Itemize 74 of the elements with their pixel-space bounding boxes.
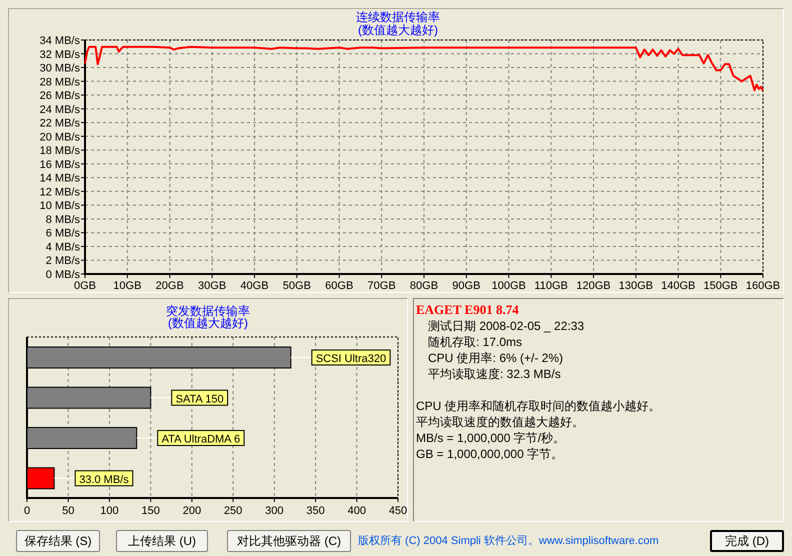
- axis-label: 250: [224, 505, 242, 517]
- axis-label: 34 MB/s: [40, 35, 80, 47]
- y-tick-label: SCSI Ultra320: [316, 353, 386, 365]
- drive-name: EAGET E901 8.74: [416, 302, 520, 318]
- axis-label: 30 MB/s: [40, 62, 80, 75]
- axis-label: 60GB: [325, 280, 354, 292]
- bar-label: SCSI Ultra320: [311, 350, 391, 366]
- axis-label: 450: [388, 505, 407, 517]
- done-button[interactable]: 完成 (D): [710, 530, 784, 552]
- chart-subtitle: (数值越大越好): [358, 23, 438, 37]
- note-line: 平均读取速度的数值越大越好。: [416, 414, 584, 430]
- axis-label: 70GB: [368, 280, 396, 292]
- axis-label: 0 MB/s: [46, 269, 80, 281]
- bar-label: SATA 150: [171, 390, 228, 406]
- axis-label: 22 MB/s: [40, 118, 80, 130]
- axis-label: 28 MB/s: [40, 76, 80, 88]
- note-line: CPU 使用率和随机存取时间的数值越小越好。: [416, 398, 661, 414]
- chart-title: 突发数据传输率: [166, 304, 250, 318]
- axis-label: 120GB: [576, 280, 611, 292]
- bar-label: 33.0 MB/s: [74, 470, 134, 486]
- axis-label: 4 MB/s: [46, 241, 80, 254]
- axis-label: 26 MB/s: [40, 90, 80, 102]
- axis-label: 40GB: [240, 280, 269, 292]
- axis-label: 18 MB/s: [40, 145, 80, 158]
- y-tick-label: ATA UltraDMA 6: [162, 434, 240, 446]
- axis-label: 0: [24, 505, 30, 517]
- axis-label: 140GB: [661, 280, 696, 292]
- result-line: CPU 使用率: 6% (+/- 2%): [427, 350, 564, 366]
- axis-label: 6 MB/s: [46, 228, 80, 240]
- axis-label: 20GB: [156, 280, 184, 292]
- axis-label: 90GB: [452, 280, 480, 292]
- axis-label: 10GB: [113, 280, 142, 292]
- axis-label: 0GB: [74, 280, 96, 292]
- axis-label: 150: [141, 505, 160, 517]
- axis-label: 130GB: [618, 280, 653, 292]
- result-line: 平均读取速度: 32.3 MB/s: [427, 366, 561, 382]
- axis-label: 400: [348, 505, 366, 517]
- button[interactable]: 保存结果 (S): [16, 530, 100, 552]
- result-line: 随机存取: 17.0ms: [427, 334, 522, 350]
- button[interactable]: 对比其他驱动器 (C): [227, 530, 351, 552]
- axis-label: 2 MB/s: [46, 255, 80, 268]
- axis-label: 10 MB/s: [40, 200, 80, 212]
- button[interactable]: 上传结果 (U): [116, 530, 208, 552]
- axis-label: 300: [265, 505, 284, 517]
- leader-line: [290, 357, 312, 358]
- axis-label: 16 MB/s: [40, 158, 80, 171]
- note-line: MB/s = 1,000,000 字节/秒。: [416, 430, 566, 446]
- axis-label: 50GB: [282, 280, 311, 292]
- axis-label: 80GB: [410, 280, 438, 292]
- axis-label: 50: [62, 505, 74, 517]
- axis-label: 32 MB/s: [40, 48, 80, 61]
- note-line: GB = 1,000,000,000 字节。: [416, 446, 564, 462]
- leader-line: [54, 478, 76, 479]
- axis-label: 12 MB/s: [40, 186, 80, 198]
- axis-label: 100GB: [492, 280, 526, 292]
- axis-label: 110GB: [534, 280, 568, 292]
- axis-label: 100: [100, 505, 119, 517]
- result-line: 测试日期 2008-02-05 _ 22:33: [427, 318, 584, 334]
- y-tick-label: 33.0 MB/s: [79, 474, 130, 486]
- axis-label: 8 MB/s: [46, 214, 80, 226]
- axis-label: 150GB: [704, 280, 738, 292]
- axis-label: 20 MB/s: [40, 131, 80, 144]
- axis-label: 14 MB/s: [40, 172, 80, 185]
- axis-label: 200: [182, 505, 202, 517]
- axis-label: 160GB: [746, 280, 780, 292]
- leader-line: [150, 397, 172, 398]
- axis-label: 350: [306, 505, 325, 517]
- bar-label: ATA UltraDMA 6: [157, 430, 245, 446]
- chart-title: 连续数据传输率: [356, 10, 440, 24]
- y-tick-label: SATA 150: [176, 393, 224, 406]
- axis-label: 30GB: [198, 280, 226, 292]
- chart-subtitle: (数值越大越好): [168, 316, 248, 330]
- axis-label: 24 MB/s: [40, 104, 80, 116]
- copyright-text: 版权所有 (C) 2004 Simpli 软件公司。www.simplisoftware.com: [358, 534, 659, 549]
